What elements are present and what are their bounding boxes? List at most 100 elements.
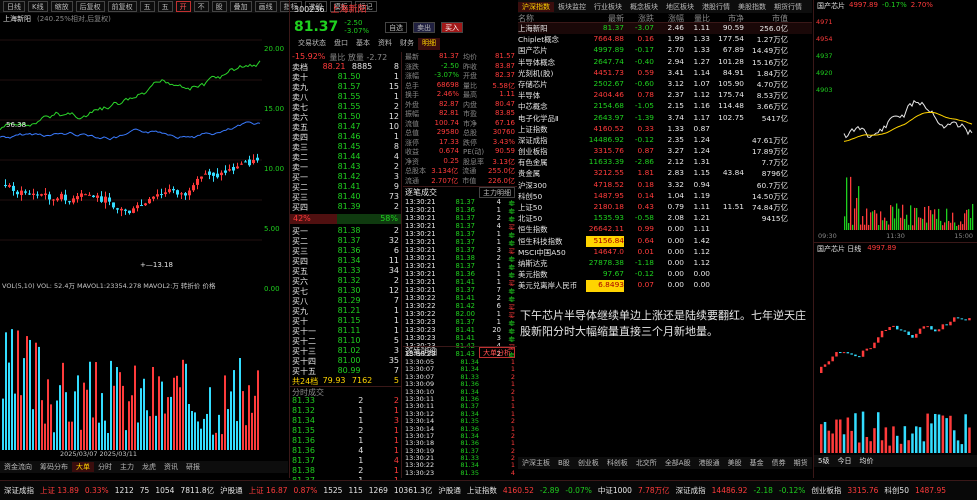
sector-tab-1[interactable]: 板块监控 xyxy=(554,2,590,12)
toolbar-button-3[interactable]: 后复权 xyxy=(75,1,105,12)
toolbar-button-0[interactable]: 日线 xyxy=(3,1,25,12)
book-row[interactable]: 买四 81.39 2 xyxy=(290,202,401,212)
sector-row[interactable]: 半导体 2404.46 0.78 2.37 1.12 175.74 8.53万亿 xyxy=(518,90,812,101)
sector-row[interactable]: 上证指数 4160.52 0.33 1.33 0.87 xyxy=(518,124,812,135)
intraday-chart[interactable]: 4971 4954 4937 4920 4903 xyxy=(814,12,977,230)
book-row[interactable]: 买十一 81.11 1 xyxy=(290,326,401,336)
sector-bottom-tab-2[interactable]: 创业板 xyxy=(574,458,603,468)
sector-bottom-tab-10[interactable]: 期货 xyxy=(790,458,812,468)
book-row[interactable]: 买十三 81.02 3 xyxy=(290,346,401,356)
toolbar-button-10[interactable]: 叠加 xyxy=(229,1,252,12)
toolbar-button-8[interactable]: 不 xyxy=(193,1,209,12)
toolbar-button-11[interactable]: 画线 xyxy=(254,1,277,12)
book-row[interactable]: 卖四 81.46 1 xyxy=(290,132,401,142)
sector-row[interactable]: 美元指数 97.67 -0.12 0.00 0.00 xyxy=(518,269,812,280)
left-tab-1[interactable]: 筹码分布 xyxy=(36,462,72,472)
sector-bottom-tab-5[interactable]: 全部A股 xyxy=(661,458,695,468)
toolbar-button-6[interactable]: 五 xyxy=(157,1,173,12)
kline-chart[interactable]: +—13.18 56.38 xyxy=(0,25,262,278)
sector-tab-3[interactable]: 概念板块 xyxy=(626,2,662,12)
toolbar-button-9[interactable]: 股 xyxy=(211,1,227,12)
sector-tab-7[interactable]: 期货行情 xyxy=(770,2,806,12)
sector-row[interactable]: 科创50 1487.95 0.14 1.04 1.19 14.50万亿 xyxy=(518,191,812,202)
sector-row[interactable]: 有色金属 11633.39 -2.86 2.12 1.31 7.7万亿 xyxy=(518,157,812,168)
volume-chart[interactable] xyxy=(0,290,262,450)
sector-row[interactable]: 深证成指 14486.92 -0.12 2.35 1.24 47.61万亿 xyxy=(518,135,812,146)
buy-button[interactable]: 买入 xyxy=(441,21,464,33)
mini-kline-chart[interactable] xyxy=(814,253,977,453)
sector-row[interactable]: 光刻机(胶) 4451.73 0.59 3.41 1.14 84.91 1.84万亿 xyxy=(518,68,812,79)
sector-row[interactable]: 沪深300 4718.52 0.18 3.32 0.94 60.7万亿 xyxy=(518,180,812,191)
sector-bottom-tab-1[interactable]: B股 xyxy=(554,458,574,468)
sector-bottom-tab-6[interactable]: 港股通 xyxy=(695,458,724,468)
book-row[interactable]: 买二 81.37 32 xyxy=(290,236,401,246)
sector-tab-4[interactable]: 地区板块 xyxy=(662,2,698,12)
quote-tab-3[interactable]: 资料 xyxy=(374,38,396,50)
toolbar-button-2[interactable]: 缩放 xyxy=(50,1,73,12)
book-row[interactable]: 卖八 81.55 1 xyxy=(290,92,401,102)
book-row[interactable]: 买一 81.42 3 xyxy=(290,172,401,182)
book-row[interactable]: 买五 81.33 34 xyxy=(290,266,401,276)
left-tab-0[interactable]: 资金流向 xyxy=(0,462,36,472)
book-row[interactable]: 卖九 81.57 15 xyxy=(290,82,401,92)
book-row[interactable]: 买九 81.21 1 xyxy=(290,306,401,316)
quote-tab-2[interactable]: 基本 xyxy=(352,38,374,50)
sector-tab-0[interactable]: 沪深指数 xyxy=(518,1,554,12)
book-row[interactable]: 买十四 81.00 35 xyxy=(290,356,401,366)
book-row[interactable]: 卖二 81.44 4 xyxy=(290,152,401,162)
sector-bottom-tab-0[interactable]: 沪深主板 xyxy=(518,458,554,468)
quote-tab-1[interactable]: 盘口 xyxy=(330,38,352,50)
sector-bottom-tab-3[interactable]: 科创板 xyxy=(603,458,632,468)
sector-row[interactable]: 北证50 1535.93 -0.58 2.08 1.21 9415亿 xyxy=(518,213,812,224)
sector-row[interactable]: 半导体概念 2647.74 -0.40 2.94 1.27 101.28 15.16万亿 xyxy=(518,57,812,68)
sector-bottom-tab-7[interactable]: 美股 xyxy=(724,458,746,468)
quote-tab-5[interactable]: 明细 xyxy=(418,38,440,50)
sector-row[interactable]: 创业板指 3315.76 0.87 3.27 1.24 17.89万亿 xyxy=(518,146,812,157)
sector-row[interactable]: 上证50 2180.18 0.43 0.79 1.11 11.51 74.84万亿 xyxy=(518,202,812,213)
sector-tab-5[interactable]: 港股行情 xyxy=(698,2,734,12)
sector-row[interactable]: 电子化学品Ⅱ 2643.97 -1.39 3.74 1.17 102.75 5417亿 xyxy=(518,113,812,124)
toolbar-button-4[interactable]: 前复权 xyxy=(107,1,137,12)
book-row[interactable]: 卖一 81.43 2 xyxy=(290,162,401,172)
book-row[interactable]: 买三 81.36 6 xyxy=(290,246,401,256)
book-row[interactable]: 卖三 81.45 8 xyxy=(290,142,401,152)
left-tab-5[interactable]: 龙虎 xyxy=(138,462,160,472)
sell-button[interactable]: 卖出 xyxy=(413,21,436,33)
mini-bottom-item[interactable]: 今日 xyxy=(837,456,851,466)
sector-tab-2[interactable]: 行业板块 xyxy=(590,2,626,12)
sector-row[interactable]: MSCI中国A50 14647.0 0.01 0.00 1.12 xyxy=(518,247,812,258)
book-row[interactable]: 买三 81.40 73 xyxy=(290,192,401,202)
left-tab-7[interactable]: 研报 xyxy=(182,462,204,472)
left-tab-4[interactable]: 主力 xyxy=(116,462,138,472)
tick1-button[interactable]: 主力明细 xyxy=(479,187,515,198)
sector-bottom-tab-9[interactable]: 债券 xyxy=(768,458,790,468)
sector-row[interactable]: 存储芯片 2502.67 -0.60 3.12 1.07 105.90 4.70万亿 xyxy=(518,79,812,90)
sector-row[interactable]: 上海新阳 81.37 -3.07 2.46 1.11 90.59 256.0亿 xyxy=(518,23,812,35)
book-row[interactable]: 买四 81.34 11 xyxy=(290,256,401,266)
sector-row[interactable]: 恒生指数 26642.11 0.99 0.00 1.11 xyxy=(518,224,812,235)
sector-row[interactable]: 贵金属 3212.55 1.81 2.83 1.15 43.84 8796亿 xyxy=(518,168,812,179)
left-tab-3[interactable]: 分时 xyxy=(94,462,116,472)
book-row[interactable]: 卖七 81.55 2 xyxy=(290,102,401,112)
sector-bottom-tab-4[interactable]: 北交所 xyxy=(632,458,661,468)
quote-tab-4[interactable]: 财务 xyxy=(396,38,418,50)
toolbar-button-7[interactable]: 开 xyxy=(175,1,191,12)
mini-bottom-item[interactable]: 5级 xyxy=(818,456,829,466)
sector-row[interactable]: 纳斯达克 27878.38 -1.18 0.00 1.12 xyxy=(518,258,812,269)
left-tab-6[interactable]: 资讯 xyxy=(160,462,182,472)
quote-tab-0[interactable]: 交易状态 xyxy=(294,38,330,50)
mini-bottom-item[interactable]: 均价 xyxy=(859,456,873,466)
sector-row[interactable]: 恒生科技指数 5156.84 0.64 0.00 1.42 xyxy=(518,235,812,247)
book-row[interactable]: 买十五 80.99 7 xyxy=(290,366,401,376)
book-row[interactable]: 买一 81.38 2 xyxy=(290,226,401,236)
book-row[interactable]: 卖六 81.50 12 xyxy=(290,112,401,122)
toolbar-button-1[interactable]: K线 xyxy=(28,1,48,12)
sector-row[interactable]: 美元兑离岸人民币 6.8493 0.07 0.00 0.00 xyxy=(518,280,812,292)
book-row[interactable]: 卖十 81.50 1 xyxy=(290,72,401,82)
left-tab-2[interactable]: 大单 xyxy=(72,462,94,472)
sector-row[interactable]: Chiplet概念 7664.88 0.16 1.99 1.33 177.54 1.27万亿 xyxy=(518,34,812,45)
book-row[interactable]: 买八 81.29 7 xyxy=(290,296,401,306)
book-row[interactable]: 买十二 81.10 5 xyxy=(290,336,401,346)
book-row[interactable]: 买二 81.41 9 xyxy=(290,182,401,192)
add-favorite-button[interactable]: 自选 xyxy=(385,21,408,33)
